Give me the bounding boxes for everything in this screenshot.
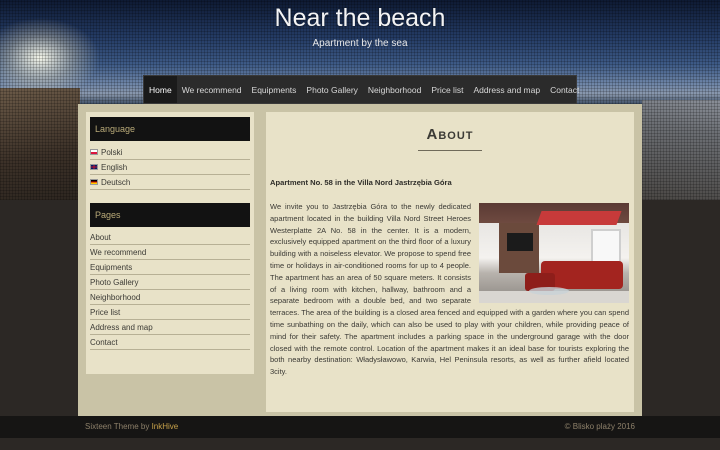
page-link-contact[interactable]: Contact bbox=[90, 335, 250, 350]
hero-shore-right bbox=[642, 100, 720, 200]
uk-flag-icon bbox=[90, 164, 98, 170]
footer-copyright: © Blisko plaży 2016 bbox=[564, 422, 635, 431]
language-item-polski[interactable]: Polski bbox=[90, 145, 250, 160]
language-label: Polski bbox=[101, 147, 123, 157]
apartment-photo[interactable] bbox=[479, 203, 629, 303]
nav-item-neighborhood[interactable]: Neighborhood bbox=[363, 76, 426, 103]
page-link-neighborhood[interactable]: Neighborhood bbox=[90, 290, 250, 305]
hero-shore-left bbox=[0, 88, 80, 200]
language-list: Polski English Deutsch bbox=[90, 145, 250, 190]
footer-theme-text: Sixteen Theme by bbox=[85, 422, 152, 431]
nav-item-contact[interactable]: Contact bbox=[545, 76, 584, 103]
page-title: About bbox=[426, 126, 474, 143]
nav-item-photo-gallery[interactable]: Photo Gallery bbox=[301, 76, 363, 103]
site-tagline: Apartment by the sea bbox=[312, 38, 408, 49]
nav-item-price-list[interactable]: Price list bbox=[426, 76, 468, 103]
germany-flag-icon bbox=[90, 179, 98, 185]
page-link-price-list[interactable]: Price list bbox=[90, 305, 250, 320]
language-item-deutsch[interactable]: Deutsch bbox=[90, 175, 250, 190]
title-divider bbox=[418, 150, 482, 151]
language-item-english[interactable]: English bbox=[90, 160, 250, 175]
poland-flag-icon bbox=[90, 149, 98, 155]
nav-item-home[interactable]: Home bbox=[144, 76, 177, 103]
photo-table bbox=[529, 287, 569, 295]
pages-widget-title: Pages bbox=[90, 203, 250, 227]
footer-theme-credit: Sixteen Theme by InkHive bbox=[85, 422, 178, 431]
page-link-equipments[interactable]: Equipments bbox=[90, 260, 250, 275]
article-subheading: Apartment No. 58 in the Villa Nord Jastr… bbox=[270, 178, 452, 187]
content-area: About Apartment No. 58 in the Villa Nord… bbox=[266, 112, 634, 412]
article-body: We invite you to Jastrzębia Góra to the … bbox=[270, 201, 629, 378]
sidebar: Language Polski English Deutsch Pages Ab… bbox=[86, 112, 254, 374]
photo-tv bbox=[507, 233, 533, 251]
footer-theme-link[interactable]: InkHive bbox=[152, 422, 179, 431]
language-label: English bbox=[101, 162, 128, 172]
nav-item-address-and-map[interactable]: Address and map bbox=[468, 76, 545, 103]
page-link-photo-gallery[interactable]: Photo Gallery bbox=[90, 275, 250, 290]
page-link-we-recommend[interactable]: We recommend bbox=[90, 245, 250, 260]
nav-item-we-recommend[interactable]: We recommend bbox=[177, 76, 247, 103]
main-container: Language Polski English Deutsch Pages Ab… bbox=[78, 104, 642, 416]
footer-strip bbox=[0, 438, 720, 450]
photo-ceiling bbox=[536, 211, 622, 225]
site-title[interactable]: Near the beach bbox=[0, 4, 720, 33]
page-link-address-and-map[interactable]: Address and map bbox=[90, 320, 250, 335]
language-label: Deutsch bbox=[101, 177, 131, 187]
pages-list: About We recommend Equipments Photo Gall… bbox=[90, 230, 250, 350]
page-link-about[interactable]: About bbox=[90, 230, 250, 245]
main-nav: Home We recommend Equipments Photo Galle… bbox=[143, 75, 579, 104]
nav-item-equipments[interactable]: Equipments bbox=[247, 76, 302, 103]
footer: Sixteen Theme by InkHive © Blisko plaży … bbox=[0, 416, 720, 438]
language-widget-title: Language bbox=[90, 117, 250, 141]
